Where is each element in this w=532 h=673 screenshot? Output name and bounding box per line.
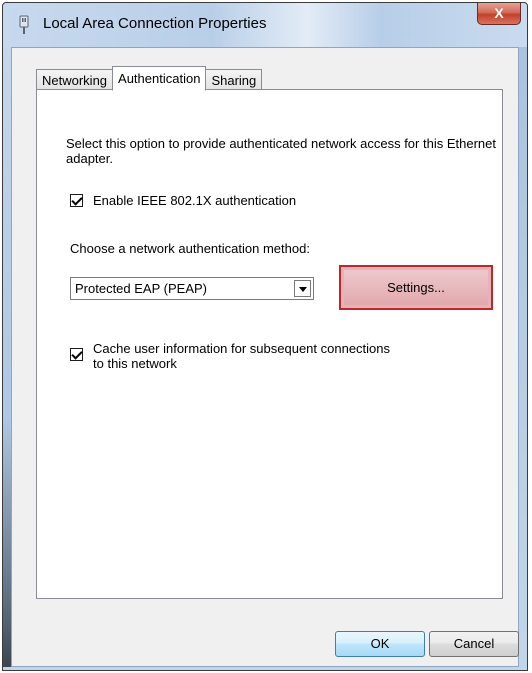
cache-label-line2: to this network [93,356,177,371]
window-frame-left [3,47,11,667]
window-title: Local Area Connection Properties [43,15,267,32]
tab-strip: Networking Authentication Sharing [36,65,263,91]
tab-sharing[interactable]: Sharing [205,69,263,90]
cache-user-info-label: Cache user information for subsequent co… [93,341,390,371]
auth-method-label: Choose a network authentication method: [70,241,310,256]
settings-button-label: Settings... [344,270,488,305]
title-bar[interactable]: Local Area Connection Properties X [3,3,527,47]
enable-8021x-checkbox[interactable] [70,194,83,207]
chevron-down-icon[interactable] [294,280,311,297]
dialog-client-area: Networking Authentication Sharing Select… [11,47,519,667]
cache-label-line1: Cache user information for subsequent co… [93,341,391,356]
settings-button[interactable]: Settings... [339,265,493,310]
tab-authentication[interactable]: Authentication [112,66,207,91]
ok-button[interactable]: OK [335,631,425,657]
close-button[interactable]: X [477,3,521,25]
tab-networking[interactable]: Networking [36,69,114,90]
properties-dialog: Local Area Connection Properties X Netwo… [2,2,528,671]
cancel-button[interactable]: Cancel [429,631,519,657]
auth-description: Select this option to provide authentica… [66,136,496,166]
enable-8021x-label: Enable IEEE 802.1X authentication [93,193,297,208]
auth-method-select[interactable]: Protected EAP (PEAP) [70,277,314,300]
auth-method-value: Protected EAP (PEAP) [75,281,207,296]
network-adapter-icon [19,15,29,34]
cache-user-info-checkbox[interactable] [70,348,83,361]
